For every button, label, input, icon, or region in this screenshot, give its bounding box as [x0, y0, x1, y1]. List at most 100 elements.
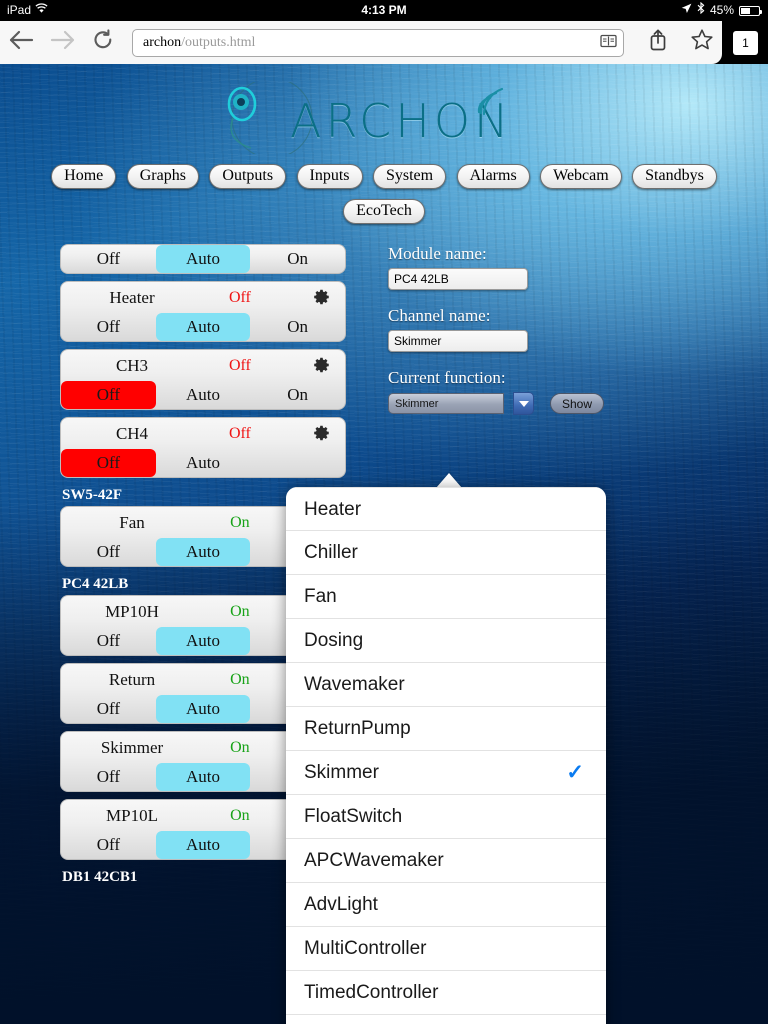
picker-option[interactable]: Wavemaker	[286, 663, 606, 707]
picker-option[interactable]: Heater	[286, 487, 606, 531]
mode-auto-button[interactable]: Auto	[155, 538, 251, 566]
picker-option[interactable]: Dosing	[286, 619, 606, 663]
mode-auto-button[interactable]: Auto	[155, 763, 251, 791]
forward-arrow-icon[interactable]	[50, 29, 76, 56]
bookmark-star-icon[interactable]	[690, 28, 714, 57]
address-bar[interactable]: archon/outputs.html	[132, 29, 624, 57]
mode-on-button[interactable]	[250, 449, 345, 477]
channel-name: MP10L	[106, 805, 158, 825]
reader-view-icon[interactable]	[600, 34, 617, 53]
picker-option-label: Fan	[304, 586, 337, 607]
mode-off-button[interactable]: Off	[61, 245, 156, 273]
mode-auto-button[interactable]: Auto	[155, 831, 251, 859]
picker-option[interactable]: ReturnPump	[286, 707, 606, 751]
mode-segmented-control[interactable]: Off Auto On	[61, 245, 345, 273]
nav-item-outputs[interactable]: Outputs	[209, 164, 287, 189]
ios-status-bar: iPad 4:13 PM 45%	[0, 0, 768, 21]
gear-icon[interactable]	[313, 424, 331, 442]
back-arrow-icon[interactable]	[8, 29, 34, 56]
bluetooth-icon	[697, 0, 705, 21]
mode-off-button[interactable]: Off	[61, 381, 156, 409]
channel-card-header: CH4 Off	[61, 418, 345, 449]
nav-item-webcam[interactable]: Webcam	[540, 164, 622, 189]
nav-item-home[interactable]: Home	[51, 164, 117, 189]
nav-row-secondary: EcoTech	[0, 199, 768, 224]
mode-auto-button[interactable]: Auto	[155, 313, 251, 341]
gear-icon[interactable]	[313, 288, 331, 306]
channel-name: Return	[108, 669, 156, 689]
mode-off-button[interactable]: Off	[61, 313, 156, 341]
nav-item-standbys[interactable]: Standbys	[632, 164, 717, 189]
toolbar-right-icons	[648, 21, 714, 64]
mode-segmented-control[interactable]: Off Auto	[61, 449, 345, 477]
mode-off-button[interactable]: Off	[61, 627, 156, 655]
picker-option-label: Dosing	[304, 630, 364, 651]
url-path: /outputs.html	[181, 35, 256, 50]
picker-option[interactable]: Skimmer ✓	[286, 751, 606, 795]
status-bar-clock: 4:13 PM	[361, 3, 407, 17]
picker-option-label: TimedController	[304, 982, 439, 1003]
channel-card[interactable]: Heater Off Off Auto On	[60, 281, 346, 342]
reload-icon[interactable]	[92, 29, 114, 56]
mode-off-button[interactable]: Off	[61, 831, 156, 859]
module-name-input[interactable]	[388, 268, 528, 290]
mode-segmented-control[interactable]: Off Auto On	[61, 381, 345, 409]
picker-option[interactable]: FloatSwitch	[286, 795, 606, 839]
web-page: ARCHON Home Graphs Outputs Inputs System…	[0, 64, 768, 1024]
mode-auto-button[interactable]: Auto	[156, 381, 251, 409]
channel-card[interactable]: Off Auto On	[60, 244, 346, 274]
picker-option-label: Wavemaker	[304, 674, 405, 695]
mode-auto-button[interactable]: Auto	[155, 245, 251, 273]
mode-off-button[interactable]: Off	[61, 763, 156, 791]
show-button[interactable]: Show	[550, 393, 605, 414]
channel-name-input[interactable]	[388, 330, 528, 352]
site-logo[interactable]: ARCHON	[215, 82, 508, 154]
chevron-down-icon[interactable]	[513, 392, 534, 415]
channel-state: Off	[228, 288, 251, 306]
tab-count-badge[interactable]: 1	[733, 31, 758, 55]
current-function-label: Current function:	[388, 368, 506, 387]
channel-name: CH4	[115, 423, 149, 443]
channel-state: Off	[228, 424, 251, 442]
nav-item-system[interactable]: System	[372, 164, 447, 189]
channel-card[interactable]: CH3 Off Off Auto On	[60, 349, 346, 410]
safari-toolbar: archon/outputs.html 1	[0, 21, 768, 64]
nav-item-ecotech[interactable]: EcoTech	[343, 199, 425, 224]
mode-on-button[interactable]: On	[250, 245, 345, 273]
mode-on-button[interactable]: On	[250, 313, 345, 341]
mode-on-button[interactable]: On	[250, 381, 345, 409]
picker-option[interactable]: TimedController	[286, 971, 606, 1015]
picker-option[interactable]: MultiController	[286, 927, 606, 971]
url-text: archon/outputs.html	[143, 35, 600, 51]
nav-item-alarms[interactable]: Alarms	[456, 164, 530, 189]
nav-item-inputs[interactable]: Inputs	[296, 164, 363, 189]
channel-state: On	[230, 806, 250, 824]
nav-item-graphs[interactable]: Graphs	[126, 164, 199, 189]
share-icon[interactable]	[648, 28, 668, 57]
channel-card[interactable]: CH4 Off Off Auto	[60, 417, 346, 478]
mode-off-button[interactable]: Off	[61, 538, 156, 566]
picker-option-label: AdvLight	[304, 894, 378, 915]
channel-name: CH3	[115, 355, 149, 375]
url-host: archon	[143, 35, 182, 50]
mode-off-button[interactable]: Off	[61, 449, 156, 477]
channel-name-label: Channel name:	[388, 306, 491, 325]
mode-segmented-control[interactable]: Off Auto On	[61, 313, 345, 341]
mode-auto-button[interactable]: Auto	[156, 449, 251, 477]
channel-state: On	[230, 513, 250, 531]
navigation-buttons	[8, 21, 114, 64]
picker-option-label: MultiController	[304, 938, 427, 959]
picker-option[interactable]: AdvLight	[286, 883, 606, 927]
picker-option[interactable]: Fan	[286, 575, 606, 619]
function-picker-popover[interactable]: Heater Chiller Fan Dosing Wavemaker ReturnPum…	[286, 487, 606, 1024]
current-function-select[interactable]: Skimmer	[388, 393, 504, 414]
picker-option[interactable]: Chiller	[286, 531, 606, 575]
picker-option[interactable]: APCWavemaker	[286, 839, 606, 883]
gear-icon[interactable]	[313, 356, 331, 374]
channel-name: Heater	[109, 287, 155, 307]
picker-option[interactable]: MLC	[286, 1015, 606, 1024]
mode-off-button[interactable]: Off	[61, 695, 156, 723]
mode-auto-button[interactable]: Auto	[155, 627, 251, 655]
picker-option-label: Chiller	[304, 542, 358, 563]
mode-auto-button[interactable]: Auto	[155, 695, 251, 723]
